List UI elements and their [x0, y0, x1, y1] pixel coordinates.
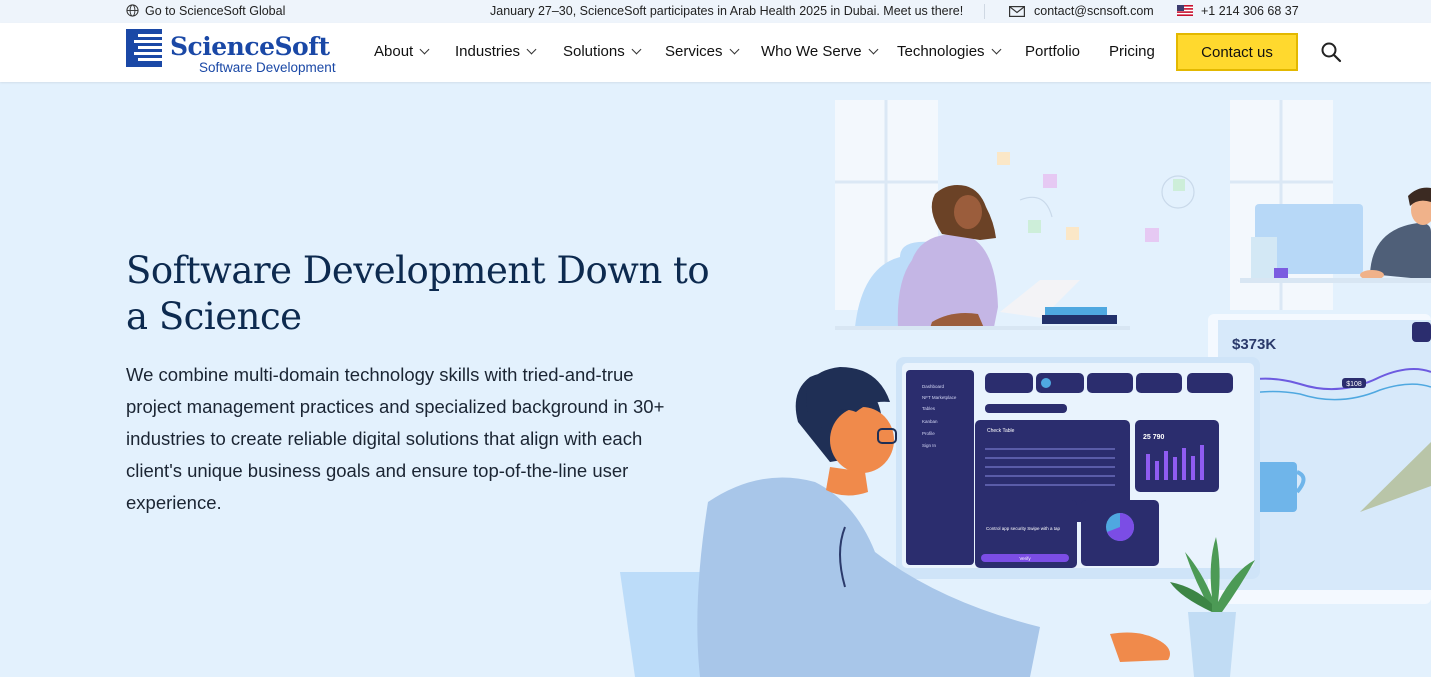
- chevron-down-icon: [631, 44, 642, 55]
- sciencesoft-logo-icon[interactable]: [126, 29, 162, 67]
- chart-value-text: 25 790: [1143, 434, 1165, 441]
- nav-solutions[interactable]: Solutions: [563, 43, 642, 60]
- hero-illustration: $373K $108 Dashboard NFT Marketplace Tab…: [620, 100, 1431, 677]
- nav-about-label: About: [374, 43, 414, 60]
- panel-badge-text: $108: [1346, 381, 1362, 388]
- nav-industries[interactable]: Industries: [455, 43, 537, 60]
- whiteboard-notes: [997, 152, 1195, 242]
- us-flag-icon: [1177, 5, 1193, 16]
- dashboard-menu-item: Profile: [922, 431, 935, 436]
- dashboard-menu-item: Sign In: [922, 443, 937, 448]
- globe-icon: [126, 4, 139, 17]
- contact-us-button[interactable]: Contact us: [1176, 33, 1298, 71]
- chevron-down-icon: [526, 44, 537, 55]
- nav-services[interactable]: Services: [665, 43, 739, 60]
- logo-name[interactable]: ScienceSoft: [170, 32, 330, 61]
- dashboard-menu-item: NFT Marketplace: [922, 395, 957, 400]
- global-site-link[interactable]: Go to ScienceSoft Global: [145, 4, 285, 18]
- nav-services-label: Services: [665, 43, 723, 60]
- nav-who-we-serve-label: Who We Serve: [761, 43, 862, 60]
- mail-icon: [1009, 6, 1025, 17]
- contact-email[interactable]: contact@scnsoft.com: [1034, 4, 1154, 18]
- dashboard-menu-item: Dashboard: [922, 384, 945, 389]
- logo-subtitle: Software Development: [199, 60, 336, 75]
- nav-about[interactable]: About: [374, 43, 430, 60]
- nav-who-we-serve[interactable]: Who We Serve: [761, 43, 879, 60]
- top-utility-bar: Go to ScienceSoft Global January 27–30, …: [0, 0, 1431, 23]
- nav-pricing-label: Pricing: [1109, 43, 1155, 60]
- nav-technologies[interactable]: Technologies: [897, 43, 1002, 60]
- nav-pricing[interactable]: Pricing: [1109, 43, 1155, 60]
- monitor-dashboard: Dashboard NFT Marketplace Tables Kanban …: [896, 357, 1260, 579]
- event-announcement[interactable]: January 27–30, ScienceSoft participates …: [490, 4, 963, 18]
- verify-button-text: Verify: [1019, 556, 1031, 561]
- panel-value-text: $373K: [1232, 336, 1276, 353]
- chevron-down-icon: [729, 44, 739, 55]
- contact-phone[interactable]: +1 214 306 68 37: [1201, 4, 1299, 18]
- nav-portfolio[interactable]: Portfolio: [1025, 43, 1080, 60]
- search-icon[interactable]: [1320, 41, 1342, 63]
- nav-technologies-label: Technologies: [897, 43, 985, 60]
- nav-portfolio-label: Portfolio: [1025, 43, 1081, 60]
- chevron-down-icon: [868, 44, 879, 55]
- nav-industries-label: Industries: [455, 43, 521, 60]
- chevron-down-icon: [991, 44, 1002, 55]
- dashboard-menu-item: Kanban: [922, 419, 938, 424]
- security-card-text: Control app security Swipe with a tap: [986, 526, 1061, 531]
- chevron-down-icon: [419, 44, 430, 55]
- nav-solutions-label: Solutions: [563, 43, 625, 60]
- check-table-title: Check Table: [987, 428, 1015, 434]
- main-navigation: ScienceSoft Software Development About I…: [0, 23, 1431, 82]
- topbar-divider: [984, 4, 985, 19]
- dashboard-menu-item: Tables: [922, 406, 936, 411]
